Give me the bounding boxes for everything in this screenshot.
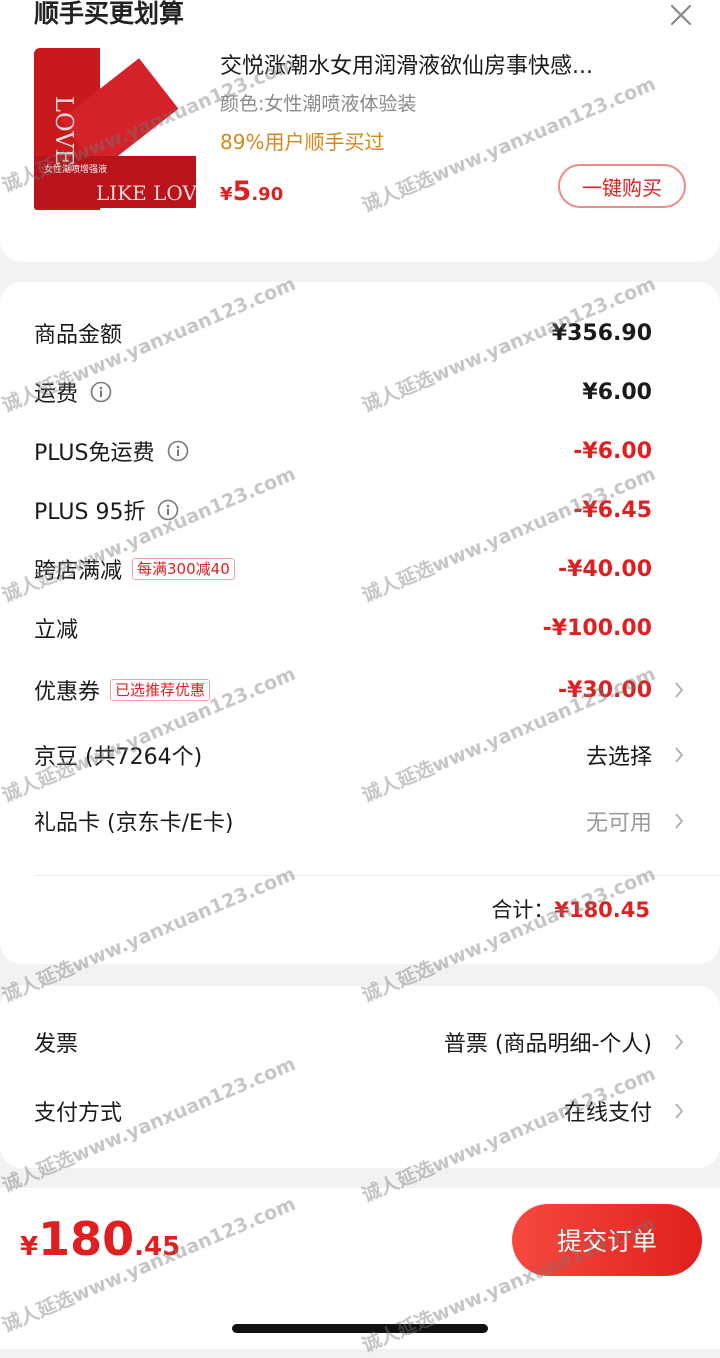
product-spec: 颜色:女性潮喷液体验装 bbox=[220, 93, 417, 115]
section-title: 顺手买更划算 bbox=[34, 0, 185, 28]
divider bbox=[34, 875, 720, 876]
payable-amount: ¥180.45 bbox=[20, 1212, 181, 1266]
row-payment-method[interactable]: 支付方式 在线支付 bbox=[34, 1091, 686, 1131]
price-summary-card: 商品金额 ¥356.90 运费 ¥6.00 PLUS免运费 -¥6.00 PLU… bbox=[0, 282, 720, 964]
row-jd-beans[interactable]: 京豆 (共7264个) 去选择 bbox=[34, 735, 686, 775]
checkout-bar: ¥180.45 提交订单 bbox=[0, 1188, 720, 1349]
promo-tag: 每满300减40 bbox=[132, 558, 235, 580]
row-cross-store-discount: 跨店满减 每满300减40 -¥40.00 bbox=[34, 556, 652, 585]
row-invoice[interactable]: 发票 普票 (商品明细-个人) bbox=[34, 1022, 686, 1062]
product-image-text: LIKE LOVE bbox=[96, 181, 196, 205]
row-plus-free-shipping: PLUS免运费 -¥6.00 bbox=[34, 438, 652, 467]
one-click-buy-button[interactable]: 一键购买 bbox=[558, 164, 686, 208]
chevron-right-icon bbox=[675, 813, 684, 829]
svg-text:LOVE: LOVE bbox=[50, 96, 78, 166]
chevron-right-icon bbox=[675, 1103, 684, 1119]
row-goods-amount: 商品金额 ¥356.90 bbox=[34, 320, 652, 349]
order-total: 合计：¥180.45 bbox=[491, 898, 650, 922]
invoice-payment-card: 发票 普票 (商品明细-个人) 支付方式 在线支付 bbox=[0, 986, 720, 1168]
row-shipping: 运费 ¥6.00 bbox=[34, 379, 652, 408]
home-indicator bbox=[232, 1324, 488, 1333]
row-coupon[interactable]: 优惠券 已选推荐优惠 -¥30.00 bbox=[34, 670, 686, 710]
row-gift-card[interactable]: 礼品卡 (京东卡/E卡) 无可用 bbox=[34, 801, 686, 841]
close-icon[interactable] bbox=[666, 0, 696, 30]
row-plus-discount: PLUS 95折 -¥6.45 bbox=[34, 497, 652, 526]
product-title[interactable]: 交悦涨潮水女用润滑液欲仙房事快感... bbox=[220, 48, 670, 80]
info-icon[interactable] bbox=[157, 499, 179, 521]
row-instant-discount: 立减 -¥100.00 bbox=[34, 615, 652, 644]
coupon-tag: 已选推荐优惠 bbox=[110, 679, 211, 701]
submit-order-button[interactable]: 提交订单 bbox=[512, 1204, 702, 1276]
product-thumbnail[interactable]: LIKE LOVE 女性潮喷增强液 LOVE bbox=[34, 48, 196, 212]
bought-stat: 89%用户顺手买过 bbox=[220, 130, 385, 154]
upsell-card: 顺手买更划算 LIKE LOVE 女性潮喷增强液 LOVE 交悦涨潮水女用润滑液… bbox=[0, 0, 720, 262]
chevron-right-icon bbox=[675, 1034, 684, 1050]
chevron-right-icon bbox=[675, 682, 684, 698]
product-price: ¥5.90 bbox=[220, 176, 284, 207]
chevron-right-icon bbox=[675, 747, 684, 763]
info-icon[interactable] bbox=[90, 381, 112, 403]
info-icon[interactable] bbox=[167, 440, 189, 462]
